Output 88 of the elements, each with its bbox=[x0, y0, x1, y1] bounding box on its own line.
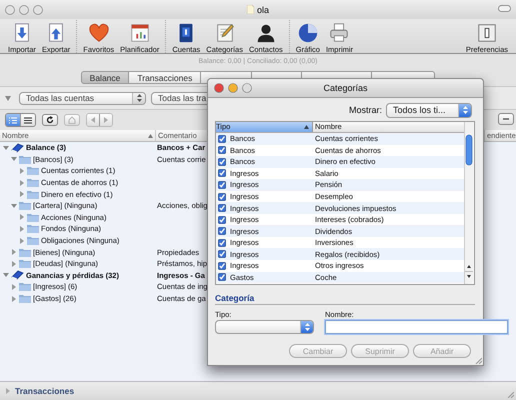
checkbox[interactable] bbox=[218, 192, 226, 200]
folder-icon bbox=[27, 212, 39, 222]
window-title: ola bbox=[256, 4, 269, 14]
resize-grip-icon bbox=[507, 391, 514, 398]
checkbox[interactable] bbox=[218, 273, 226, 282]
pie-chart-icon bbox=[296, 22, 319, 44]
show-popup[interactable]: Todos los ti... bbox=[386, 102, 472, 118]
folder-icon bbox=[19, 248, 31, 257]
triangle-icon bbox=[90, 117, 96, 123]
toolbar-toggle-button[interactable] bbox=[498, 5, 511, 12]
filter-popup[interactable]: Todas las cuentas bbox=[19, 92, 146, 104]
heart-icon bbox=[88, 22, 110, 44]
section-heading: Categoría bbox=[215, 293, 475, 305]
forward-button[interactable] bbox=[99, 114, 112, 126]
dialog-title: Categorías bbox=[323, 83, 368, 93]
disclosure-triangle-icon[interactable] bbox=[3, 272, 9, 278]
checkbox[interactable] bbox=[218, 146, 226, 154]
book-icon bbox=[11, 270, 24, 280]
tab[interactable]: Transacciones bbox=[129, 71, 202, 84]
book-icon bbox=[11, 142, 24, 153]
disclosure-triangle-icon[interactable] bbox=[11, 156, 17, 162]
disclosure-triangle-icon[interactable] bbox=[11, 249, 17, 256]
stepper-arrows-icon bbox=[304, 323, 310, 331]
zoom-button[interactable] bbox=[242, 83, 252, 93]
stepper-arrows-icon bbox=[136, 94, 142, 102]
folder-icon bbox=[19, 282, 31, 292]
view-toggle-button[interactable] bbox=[6, 114, 20, 126]
disclosure-triangle-icon[interactable] bbox=[19, 238, 25, 244]
list-view-icon bbox=[24, 116, 32, 124]
disclosure-triangle-icon[interactable] bbox=[19, 226, 25, 232]
type-popup[interactable] bbox=[215, 320, 314, 334]
folder-icon bbox=[27, 178, 39, 188]
checkbox[interactable] bbox=[218, 250, 226, 258]
outline-view-icon bbox=[9, 116, 17, 124]
checkbox[interactable] bbox=[218, 227, 226, 236]
checkbox[interactable] bbox=[218, 238, 226, 247]
folder-icon bbox=[19, 259, 31, 268]
checkbox[interactable] bbox=[218, 180, 226, 189]
show-label: Mostrar: bbox=[348, 105, 382, 115]
scrollbar[interactable] bbox=[465, 122, 473, 283]
calendar-icon bbox=[128, 22, 151, 44]
folder-icon bbox=[27, 224, 39, 234]
checkbox[interactable] bbox=[218, 216, 226, 224]
panel-title: Transacciones bbox=[15, 386, 74, 396]
folder-icon bbox=[27, 190, 39, 199]
home-button[interactable] bbox=[64, 114, 80, 126]
folder-icon bbox=[27, 166, 39, 176]
name-field[interactable] bbox=[325, 320, 508, 334]
folder-icon bbox=[27, 236, 39, 246]
sort-arrow-icon bbox=[304, 125, 309, 129]
disclosure-triangle-icon[interactable] bbox=[11, 284, 17, 290]
disclosure-triangle-icon[interactable] bbox=[19, 168, 25, 174]
minimize-button[interactable] bbox=[228, 83, 238, 93]
disclosure-triangle-icon[interactable] bbox=[19, 180, 25, 186]
disclosure-triangle-icon[interactable] bbox=[11, 260, 17, 267]
disclosure-triangle-icon[interactable] bbox=[19, 191, 25, 198]
checkbox[interactable] bbox=[218, 169, 226, 178]
disclosure-triangle-icon[interactable] bbox=[5, 388, 11, 394]
refresh-button[interactable] bbox=[42, 114, 58, 126]
switch-icon bbox=[476, 22, 498, 44]
folder-icon bbox=[19, 154, 31, 164]
checkbox[interactable] bbox=[218, 262, 226, 270]
tab[interactable]: Balance bbox=[80, 71, 130, 84]
folder-icon bbox=[19, 294, 31, 304]
document-icon bbox=[246, 5, 254, 14]
disclosure-triangle-icon[interactable] bbox=[3, 144, 9, 151]
home-icon bbox=[68, 116, 76, 124]
view-toggle-button[interactable] bbox=[20, 114, 35, 126]
close-button[interactable] bbox=[5, 4, 15, 14]
resize-grip-icon bbox=[475, 357, 482, 364]
checkbox[interactable] bbox=[218, 204, 226, 212]
sort-arrow-icon bbox=[148, 134, 153, 138]
checkbox[interactable] bbox=[218, 158, 226, 166]
zoom-button[interactable] bbox=[33, 4, 43, 14]
disclosure-triangle-icon[interactable] bbox=[11, 202, 17, 209]
checkbox[interactable] bbox=[218, 134, 226, 143]
disclosure-triangle-icon[interactable] bbox=[19, 214, 25, 220]
stepper-arrows-icon bbox=[462, 106, 468, 114]
close-button[interactable] bbox=[214, 83, 224, 93]
printer-icon bbox=[328, 22, 350, 44]
remove-button[interactable] bbox=[498, 113, 514, 125]
triangle-icon bbox=[103, 117, 109, 123]
minimize-button[interactable] bbox=[19, 4, 29, 14]
refresh-icon bbox=[46, 116, 54, 124]
back-button[interactable] bbox=[87, 114, 99, 126]
disclosure-triangle-icon[interactable] bbox=[11, 296, 17, 302]
folder-icon bbox=[19, 201, 31, 210]
collapse-triangle-icon[interactable] bbox=[5, 96, 11, 100]
